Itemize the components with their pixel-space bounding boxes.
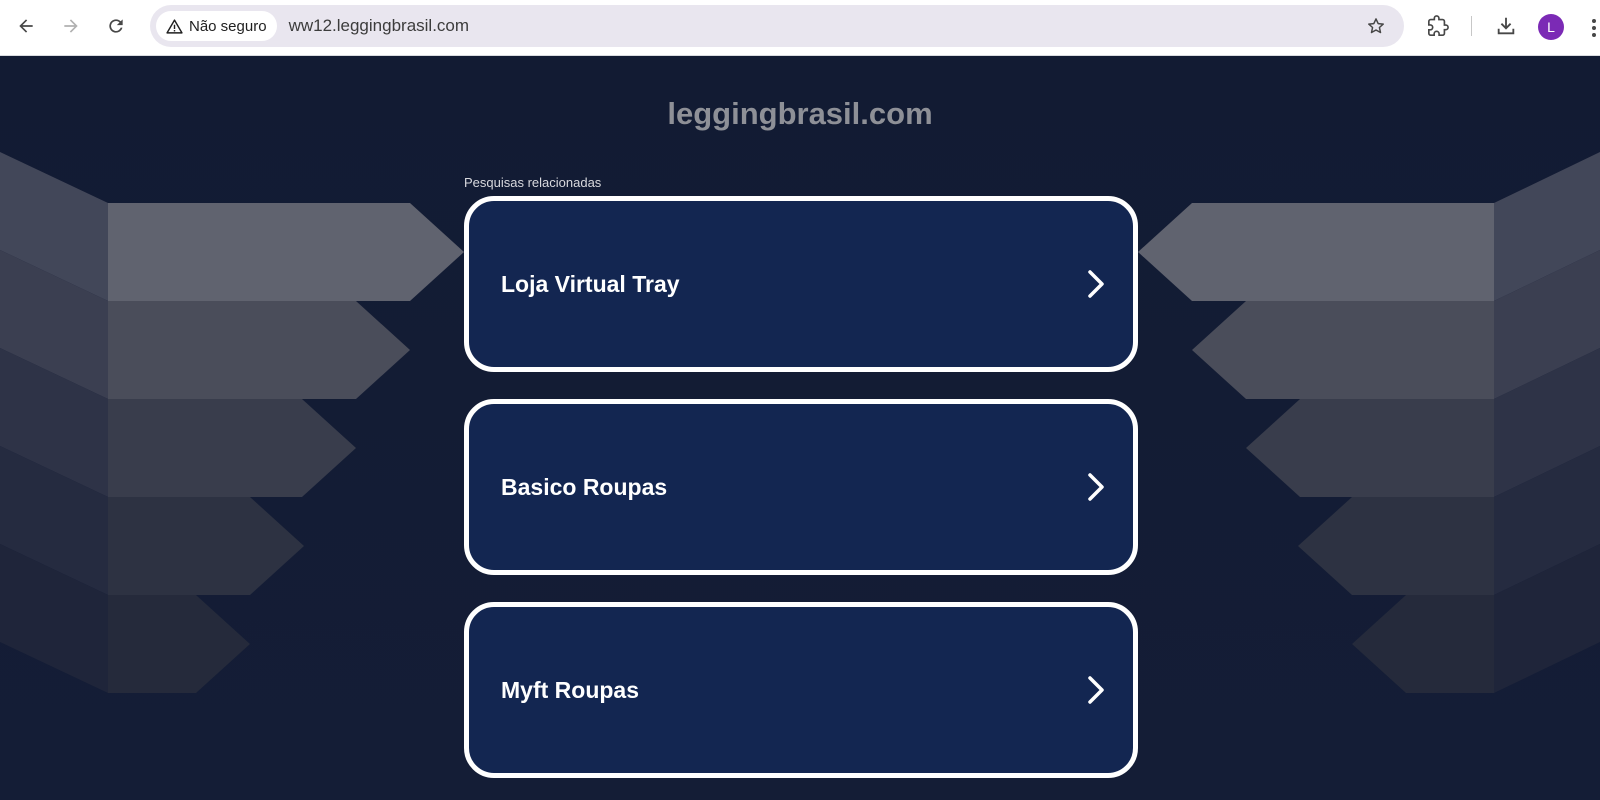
downloads-button[interactable] — [1490, 10, 1522, 42]
reload-icon — [109, 19, 123, 33]
puzzle-icon — [1428, 15, 1449, 36]
related-search-link[interactable]: Myft Roupas — [464, 602, 1138, 778]
forward-arrow-icon — [64, 19, 78, 33]
related-search-label: Loja Virtual Tray — [501, 270, 680, 297]
star-icon — [1368, 18, 1384, 34]
browser-toolbar: Não seguro ww12.leggingbrasil.com L — [0, 0, 1600, 56]
related-search-link[interactable]: Basico Roupas — [464, 399, 1138, 575]
security-label: Não seguro — [189, 17, 267, 35]
related-search-label: Basico Roupas — [501, 473, 668, 500]
parked-domain-page: leggingbrasil.com Pesquisas relacionadas… — [0, 56, 1600, 800]
back-button[interactable] — [10, 10, 42, 42]
download-icon — [1497, 17, 1515, 35]
forward-button[interactable] — [55, 10, 87, 42]
site-title: leggingbrasil.com — [667, 96, 933, 131]
toolbar-divider — [1471, 16, 1472, 36]
extensions-button[interactable] — [1422, 10, 1454, 42]
chevron-right-icon — [1088, 473, 1104, 501]
security-chip[interactable]: Não seguro — [156, 11, 277, 41]
address-bar[interactable]: Não seguro ww12.leggingbrasil.com — [150, 5, 1404, 47]
reload-button[interactable] — [100, 10, 132, 42]
profile-avatar[interactable]: L — [1538, 14, 1564, 40]
more-menu-icon[interactable] — [1588, 14, 1600, 42]
related-search-label: Myft Roupas — [501, 676, 639, 703]
warning-triangle-icon — [166, 18, 183, 34]
bookmark-button[interactable] — [1360, 10, 1392, 42]
related-search-link[interactable]: Loja Virtual Tray — [464, 196, 1138, 372]
url-text[interactable]: ww12.leggingbrasil.com — [289, 16, 469, 36]
chevron-right-icon — [1088, 676, 1104, 704]
related-searches-label: Pesquisas relacionadas — [464, 175, 602, 190]
back-arrow-icon — [19, 19, 33, 33]
chevron-right-icon — [1088, 270, 1104, 298]
